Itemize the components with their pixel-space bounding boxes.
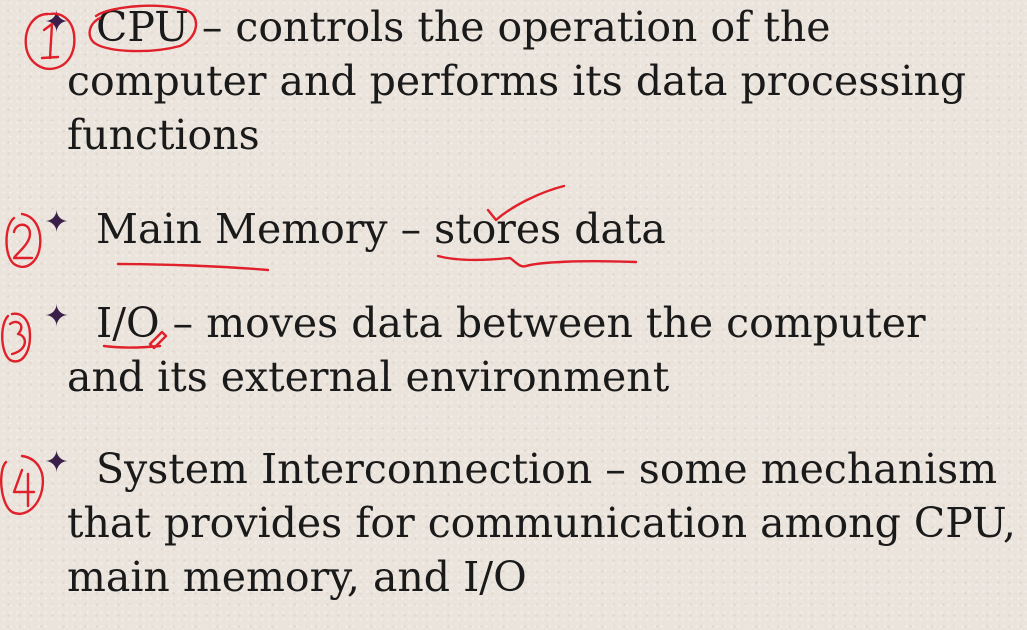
number-circle-4 — [0, 454, 45, 515]
numeral-4 — [12, 468, 36, 494]
bullet-system-interconnection-line-2: that provides for communication among CP… — [67, 499, 1016, 547]
number-circle-3 — [1, 312, 32, 363]
slide: ✦ CPU – controls the operation of the co… — [0, 0, 1027, 630]
stores-data-underline — [436, 254, 638, 268]
bullet-system-interconnection-line-3: main memory, and I/O — [67, 553, 527, 601]
four-point-star-icon: ✦ — [44, 299, 70, 334]
main-memory-underline — [116, 262, 270, 272]
bullet-io-line-1: I/O – moves data between the computer — [96, 299, 926, 347]
bullet-cpu-line-3: functions — [67, 111, 260, 159]
four-point-star-icon: ✦ — [44, 5, 70, 40]
bullet-system-interconnection-line-1: System Interconnection – some mechanism — [96, 445, 998, 493]
numeral-2 — [12, 223, 34, 260]
bullet-cpu-line-2: computer and performs its data processin… — [67, 57, 967, 105]
bullet-io-line-2: and its external environment — [67, 353, 670, 401]
four-point-star-icon: ✦ — [44, 445, 70, 480]
numeral-3 — [8, 320, 26, 356]
four-point-star-icon: ✦ — [44, 205, 70, 240]
number-circle-2 — [5, 212, 42, 269]
bullet-main-memory-line-1: Main Memory – stores data — [96, 205, 666, 253]
bullet-cpu-line-1: CPU – controls the operation of the — [96, 3, 831, 51]
